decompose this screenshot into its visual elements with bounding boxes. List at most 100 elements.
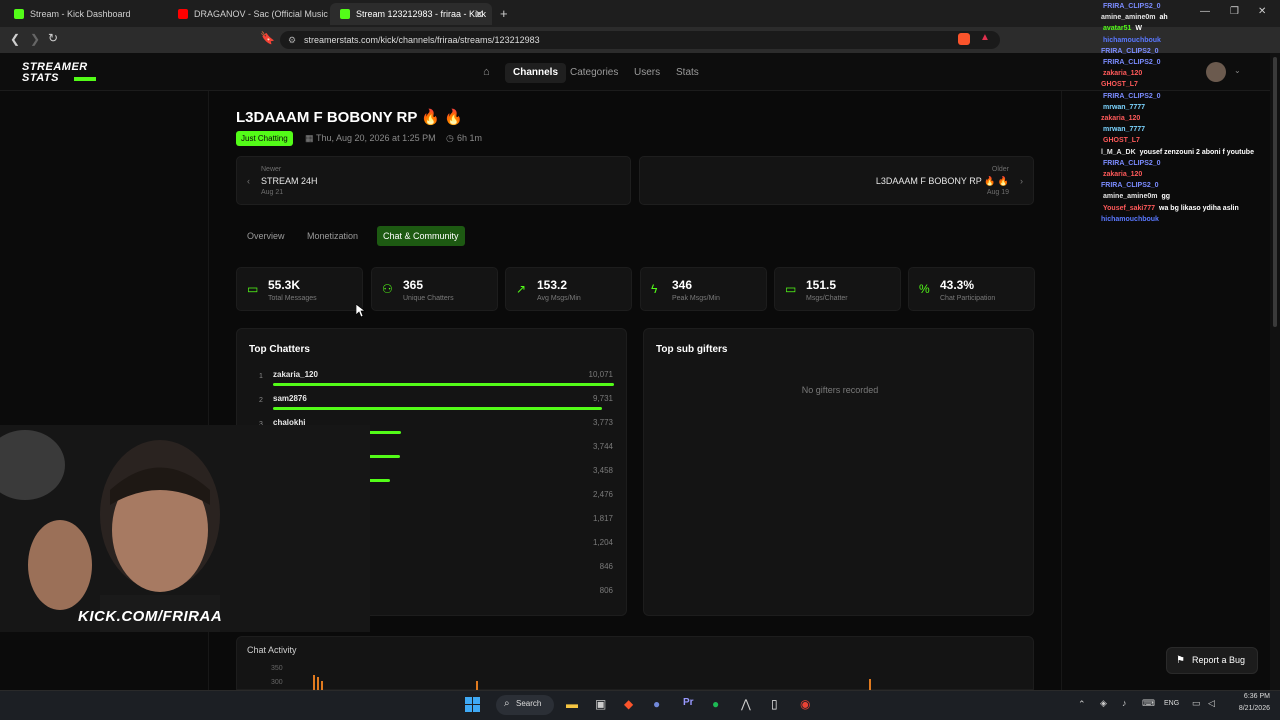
discord-icon[interactable]: ● xyxy=(653,697,660,711)
top-gifters-panel xyxy=(643,328,1034,616)
browser-tab-draganov[interactable]: DRAGANOV - Sac (Official Music xyxy=(168,3,328,25)
brave-shields-icon[interactable] xyxy=(958,33,970,45)
stat-label: Chat Participation xyxy=(940,295,996,302)
page-scrollbar[interactable] xyxy=(1270,53,1280,690)
network-icon[interactable]: ▭ xyxy=(1192,698,1201,709)
chat-username[interactable]: zakaria_120 xyxy=(1103,171,1142,178)
chrome-icon[interactable]: ◉ xyxy=(800,697,810,711)
brave-browser-icon[interactable]: ◆ xyxy=(624,697,633,711)
chat-message: avatar51 W xyxy=(1103,25,1142,32)
windows-start-icon[interactable] xyxy=(465,697,481,713)
taskbar-search[interactable]: ⌕ Search xyxy=(496,695,554,715)
stat-value: 55.3K xyxy=(268,278,301,292)
chat-username[interactable]: avatar51 xyxy=(1103,25,1131,32)
document-app-icon[interactable]: ▯ xyxy=(771,697,778,711)
chat-message: zakaria_120 xyxy=(1103,70,1146,77)
reload-icon[interactable]: ↻ xyxy=(48,31,58,45)
chat-text: W xyxy=(1135,25,1143,33)
newer-stream-title: STREAM 24H xyxy=(261,176,318,186)
chat-username[interactable]: FRIRA_CLIPS2_0 xyxy=(1103,59,1161,66)
chat-username[interactable]: FRIRA_CLIPS2_0 xyxy=(1101,182,1159,189)
nav-categories[interactable]: Categories xyxy=(562,63,626,83)
chatter-name[interactable]: sam2876 xyxy=(273,394,307,403)
chat-username[interactable]: FRIRA_CLIPS2_0 xyxy=(1103,3,1161,10)
chat-username[interactable]: hichamouchbouk xyxy=(1103,37,1161,44)
back-icon[interactable]: ❮ xyxy=(10,32,20,46)
premiere-pro-icon[interactable]: Pr xyxy=(683,697,694,708)
y-tick-label: 300 xyxy=(271,679,283,686)
url-field[interactable]: ⚙ streamerstats.com/kick/channels/friraa… xyxy=(280,31,1000,49)
tray-chevron-icon[interactable]: ⌃ xyxy=(1078,699,1086,710)
language-indicator[interactable]: ENG xyxy=(1164,700,1179,707)
browser-tab-stream[interactable]: Stream 123212983 - friraa - Kick ✕ xyxy=(330,3,492,25)
flag-icon: ⚑ xyxy=(1176,655,1185,666)
taskbar-date[interactable]: 8/21/2026 xyxy=(1225,705,1270,712)
nav-users[interactable]: Users xyxy=(626,63,668,83)
chat-username[interactable]: GHOST_L7 xyxy=(1103,137,1140,144)
chat-username[interactable]: FRIRA_CLIPS2_0 xyxy=(1103,93,1161,100)
nav-channels[interactable]: Channels xyxy=(505,63,567,83)
chat-username[interactable]: hichamouchbouk xyxy=(1101,216,1159,223)
volume-icon[interactable]: ◁ xyxy=(1208,698,1215,709)
microphone-icon[interactable]: ♪ xyxy=(1122,698,1127,708)
category-badge[interactable]: Just Chatting xyxy=(236,131,293,146)
tab-chat-community[interactable]: Chat & Community xyxy=(377,226,465,246)
tab-overview[interactable]: Overview xyxy=(241,226,291,246)
tray-app-icon[interactable]: ◈ xyxy=(1100,698,1107,709)
streamerstats-favicon-icon xyxy=(340,9,350,19)
chat-username[interactable]: zakaria_120 xyxy=(1103,70,1142,77)
brave-rewards-icon[interactable]: ▲ xyxy=(980,32,990,43)
chat-username[interactable]: Yousef_saki777 xyxy=(1103,205,1155,212)
home-icon[interactable]: ⌂ xyxy=(483,66,490,78)
chat-username[interactable]: mrwan_7777 xyxy=(1103,104,1145,111)
chat-username[interactable]: l_M_A_DK xyxy=(1101,149,1136,156)
nav-stats[interactable]: Stats xyxy=(668,63,707,83)
chat-message: zakaria_120 xyxy=(1101,115,1144,122)
bookmark-icon[interactable]: 🔖 xyxy=(260,31,275,45)
chat-username[interactable]: amine_amine0m xyxy=(1101,14,1155,21)
chatter-count: 3,744 xyxy=(592,442,613,451)
chat-username[interactable]: FRIRA_CLIPS2_0 xyxy=(1101,48,1159,55)
chatter-bar xyxy=(273,407,602,410)
app-icon[interactable]: ⋀ xyxy=(741,697,751,711)
keyboard-icon[interactable]: ⌨ xyxy=(1142,698,1155,709)
windows-taskbar xyxy=(0,690,1280,720)
scrollbar-thumb[interactable] xyxy=(1273,57,1277,327)
top-chatters-title: Top Chatters xyxy=(249,344,310,355)
taskbar-time[interactable]: 6:36 PM xyxy=(1230,693,1270,700)
file-explorer-icon[interactable]: ▬ xyxy=(566,697,578,711)
site-info-icon[interactable]: ⚙ xyxy=(288,31,296,49)
chatter-count: 3,458 xyxy=(592,466,613,475)
chat-username[interactable]: amine_amine0m xyxy=(1103,193,1157,200)
webcam-overlay: KICK.COM/FRIRAA xyxy=(0,425,370,632)
chat-username[interactable]: FRIRA_CLIPS2_0 xyxy=(1103,160,1161,167)
streamerstats-logo[interactable]: STREAMER STATS xyxy=(22,62,102,84)
tab-monetization[interactable]: Monetization xyxy=(301,226,364,246)
activity-bar xyxy=(317,677,319,691)
message-icon: ▭ xyxy=(785,282,797,296)
chatter-rank: 2 xyxy=(259,397,263,404)
stat-card-msgs-per-chatter: ▭ 151.5 Msgs/Chatter xyxy=(774,267,901,311)
stream-title: L3DAAAM F BOBONY RP 🔥 🔥 xyxy=(236,109,463,126)
chatter-name[interactable]: zakaria_120 xyxy=(273,370,318,379)
newer-stream-card[interactable]: Newer ‹ STREAM 24H Aug 21 xyxy=(236,156,631,205)
chat-message: mrwan_7777 xyxy=(1103,126,1149,133)
kick-url-overlay: KICK.COM/FRIRAA xyxy=(78,608,223,625)
older-stream-card[interactable]: Older L3DAAAM F BOBONY RP 🔥 🔥 › Aug 19 xyxy=(639,156,1034,205)
capture-app-icon[interactable]: ▣ xyxy=(595,697,606,711)
chat-username[interactable]: GHOST_L7 xyxy=(1101,81,1138,88)
report-bug-button[interactable]: ⚑ Report a Bug xyxy=(1166,647,1258,674)
chat-activity-title: Chat Activity xyxy=(247,645,297,655)
chevron-left-icon: ‹ xyxy=(247,176,250,186)
chatter-count: 806 xyxy=(599,586,613,595)
close-tab-icon[interactable]: ✕ xyxy=(475,8,484,21)
chatter-count: 2,476 xyxy=(592,490,613,499)
browser-tab-kick-dashboard[interactable]: Stream - Kick Dashboard xyxy=(4,3,166,25)
spotify-icon[interactable]: ● xyxy=(712,697,719,711)
chat-text: yousef zenzouni 2 aboni f youtube xyxy=(1139,148,1254,156)
new-tab-icon[interactable]: + xyxy=(500,6,508,21)
chat-username[interactable]: zakaria_120 xyxy=(1101,115,1140,122)
y-tick-label: 350 xyxy=(271,665,283,672)
forward-icon[interactable]: ❯ xyxy=(30,32,40,46)
chat-username[interactable]: mrwan_7777 xyxy=(1103,126,1145,133)
